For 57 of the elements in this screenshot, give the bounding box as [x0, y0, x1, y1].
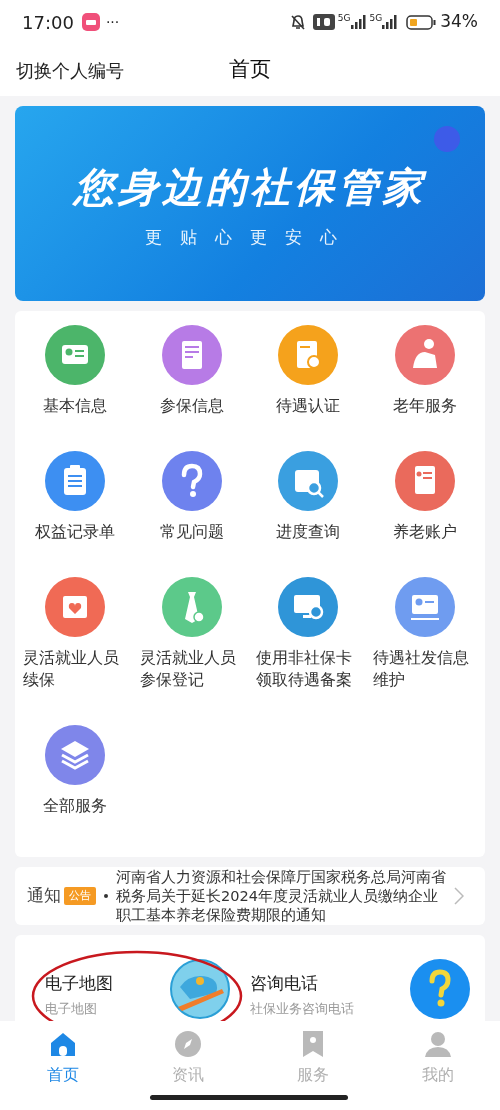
- tab[interactable]: 首页: [0, 1029, 125, 1110]
- layers-icon[interactable]: [45, 725, 106, 785]
- service-label[interactable]: 使用非社保卡领取待遇备案: [256, 647, 361, 691]
- banner[interactable]: 您身边的社保管家 更贴心更安心: [15, 106, 485, 301]
- notice-bar[interactable]: 通知 公告 河南省人力资源和社会保障厅国家税务总局河南省税务局关于延长2024年度灵活就业人员缴纳企业职工基本养老保险费期限的通知: [15, 867, 485, 925]
- banner-headline: 您身边的社保管家: [74, 162, 426, 212]
- map-icon[interactable]: [170, 959, 230, 1019]
- network-label: 5G: [369, 12, 383, 25]
- page-title: 首页: [229, 56, 271, 84]
- document-icon[interactable]: [161, 325, 222, 385]
- hd-icon: [312, 14, 335, 30]
- search-document-icon[interactable]: [278, 451, 339, 511]
- banner-tagline: 更贴心更安心: [145, 225, 355, 249]
- notice-label: 通知: [27, 884, 61, 908]
- switch-id-button[interactable]: 切换个人编号: [16, 56, 124, 84]
- question-mark-icon[interactable]: [410, 959, 470, 1019]
- user-icon: [422, 1029, 453, 1059]
- battery-percent: 34%: [440, 10, 478, 34]
- status-time: 17:00: [22, 10, 74, 35]
- notice-badge: 公告: [64, 886, 96, 906]
- service-label[interactable]: 常见问题: [139, 521, 244, 543]
- circle-decoration: [434, 126, 460, 152]
- compass-icon: [172, 1029, 203, 1059]
- service-label[interactable]: 待遇认证: [256, 395, 361, 417]
- chevron-right-icon: [454, 887, 464, 905]
- service-label[interactable]: 灵活就业人员参保登记: [139, 647, 244, 691]
- service-label[interactable]: 基本信息: [23, 395, 128, 417]
- service-label[interactable]: 参保信息: [139, 395, 244, 417]
- id-card-icon[interactable]: [45, 325, 106, 385]
- service-label[interactable]: 老年服务: [372, 395, 477, 417]
- battery-icon: [406, 14, 437, 30]
- bell-off-icon: [288, 13, 307, 31]
- elderly-person-icon[interactable]: [394, 325, 455, 385]
- network-label: 5G: [337, 12, 351, 25]
- service-label[interactable]: 进度查询: [256, 521, 361, 543]
- tie-icon[interactable]: [161, 577, 222, 637]
- link-subtitle: 社保业务咨询电话: [250, 999, 354, 1018]
- certificate-icon[interactable]: [278, 325, 339, 385]
- signal-icon: [382, 15, 399, 29]
- service-label[interactable]: 全部服务: [23, 795, 128, 817]
- notice-text: 河南省人力资源和社会保障厅国家税务总局河南省税务局关于延长2024年度灵活就业人员缴纳企业职工基本养老保险费期限的通知: [116, 867, 446, 925]
- link-title[interactable]: 咨询电话: [250, 971, 354, 997]
- service-label[interactable]: 待遇社发信息维护: [372, 647, 477, 691]
- signal-icon: [350, 15, 367, 29]
- question-mark-icon[interactable]: [161, 451, 222, 511]
- clipboard-icon[interactable]: [45, 451, 106, 511]
- service-label[interactable]: 灵活就业人员续保: [23, 647, 128, 691]
- link-subtitle: 电子地图: [45, 999, 98, 1018]
- account-book-icon[interactable]: [394, 451, 455, 511]
- app-icon: [81, 13, 100, 31]
- link-title[interactable]: 电子地图: [45, 971, 113, 997]
- monitor-search-icon[interactable]: [278, 577, 339, 637]
- service-label[interactable]: 养老账户: [372, 521, 477, 543]
- profile-card-icon[interactable]: [394, 577, 455, 637]
- more-indicator: ···: [105, 12, 120, 32]
- service-label[interactable]: 权益记录单: [23, 521, 128, 543]
- heart-box-icon[interactable]: [45, 577, 106, 637]
